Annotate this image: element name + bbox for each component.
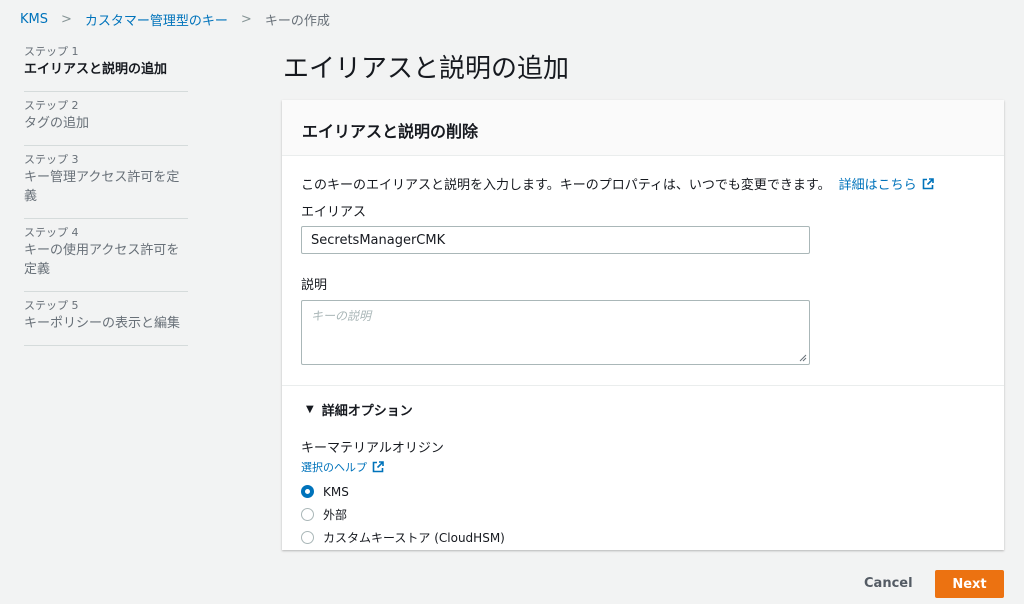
learn-more-label: 詳細はこちら xyxy=(838,178,917,193)
alias-panel: エイリアスと説明の削除 このキーのエイリアスと説明を入力します。キーのプロパティ… xyxy=(282,100,1004,550)
cancel-button[interactable]: Cancel xyxy=(864,576,913,591)
step-number: ステップ 5 xyxy=(24,299,79,312)
radio-option-external[interactable]: 外部 xyxy=(301,506,984,523)
step-label: タグの追加 xyxy=(24,116,90,131)
description-text: このキーのエイリアスと説明を入力します。キーのプロパティは、いつでも変更できます… xyxy=(301,178,831,193)
alias-label: エイリアス xyxy=(301,205,367,220)
radio-label: 外部 xyxy=(323,508,348,522)
step-1[interactable]: ステップ 1 エイリアスと説明の追加 xyxy=(24,44,188,92)
step-number: ステップ 1 xyxy=(24,45,79,58)
radio-label: カスタムキーストア (CloudHSM) xyxy=(323,531,505,545)
radio-label: KMS xyxy=(323,484,349,499)
key-origin-label: キーマテリアルオリジン xyxy=(301,441,444,456)
radio-button[interactable] xyxy=(301,508,314,521)
page-title: エイリアスと説明の追加 xyxy=(283,54,570,84)
step-label: キーポリシーの表示と編集 xyxy=(24,316,181,331)
step-label: エイリアスと説明の追加 xyxy=(24,62,168,77)
step-number: ステップ 3 xyxy=(24,153,79,166)
external-link-icon xyxy=(922,177,934,189)
caret-down-icon: ▼ xyxy=(306,404,314,415)
breadcrumb: KMS > カスタマー管理型のキー > キーの作成 xyxy=(20,10,330,29)
alias-input[interactable] xyxy=(301,226,810,254)
description-textarea[interactable]: キーの説明 xyxy=(301,300,810,365)
breadcrumb-kms[interactable]: KMS xyxy=(20,12,48,27)
step-4[interactable]: ステップ 4 キーの使用アクセス許可を定義 xyxy=(24,225,188,292)
selection-help-link[interactable]: 選択のヘルプ xyxy=(301,459,984,475)
learn-more-link[interactable]: 詳細はこちら xyxy=(839,174,934,193)
help-link-label: 選択のヘルプ xyxy=(301,461,367,474)
advanced-options-label: 詳細オプション xyxy=(321,404,413,419)
panel-description: このキーのエイリアスと説明を入力します。キーのプロパティは、いつでも変更できます… xyxy=(301,174,984,193)
breadcrumb-create-key: キーの作成 xyxy=(264,14,330,29)
advanced-options-toggle[interactable]: ▼ 詳細オプション xyxy=(301,400,984,419)
description-label: 説明 xyxy=(301,278,328,293)
wizard-steps: ステップ 1 エイリアスと説明の追加 ステップ 2 タグの追加 ステップ 3 キ… xyxy=(24,44,188,352)
step-label: キー管理アクセス許可を定義 xyxy=(24,170,180,204)
next-button[interactable]: Next xyxy=(935,570,1004,598)
chevron-right-icon: > xyxy=(61,12,72,27)
radio-option-kms[interactable]: KMS xyxy=(301,483,984,500)
resize-handle-icon[interactable] xyxy=(799,354,807,362)
step-2[interactable]: ステップ 2 タグの追加 xyxy=(24,98,188,146)
description-placeholder: キーの説明 xyxy=(311,309,372,323)
step-number: ステップ 2 xyxy=(24,99,79,112)
step-label: キーの使用アクセス許可を定義 xyxy=(24,243,180,277)
key-origin-radio-group: KMS 外部 カスタムキーストア (CloudHSM) xyxy=(301,483,984,546)
external-link-icon xyxy=(372,461,384,473)
section-divider xyxy=(282,385,1004,386)
panel-header: エイリアスと説明の削除 xyxy=(282,100,1004,156)
radio-button[interactable] xyxy=(301,485,314,498)
step-3[interactable]: ステップ 3 キー管理アクセス許可を定義 xyxy=(24,152,188,219)
chevron-right-icon: > xyxy=(240,12,252,27)
breadcrumb-customer-keys[interactable]: カスタマー管理型のキー xyxy=(85,10,228,29)
radio-option-custom-key-store[interactable]: カスタムキーストア (CloudHSM) xyxy=(301,529,984,546)
step-5[interactable]: ステップ 5 キーポリシーの表示と編集 xyxy=(24,298,188,346)
step-number: ステップ 4 xyxy=(24,226,79,239)
radio-button[interactable] xyxy=(301,531,314,544)
